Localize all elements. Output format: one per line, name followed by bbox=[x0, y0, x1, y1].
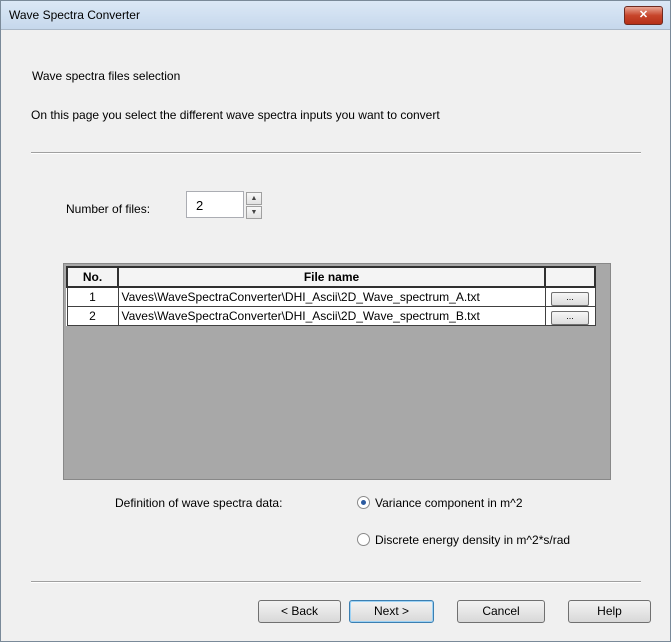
header-separator bbox=[31, 152, 641, 154]
wizard-window: Wave Spectra Converter ✕ Wave spectra fi… bbox=[0, 0, 671, 642]
row-number: 2 bbox=[66, 306, 119, 326]
radio-variance-component[interactable]: Variance component in m^2 bbox=[357, 495, 523, 510]
window-title: Wave Spectra Converter bbox=[9, 8, 140, 22]
column-header-no: No. bbox=[66, 266, 119, 288]
spin-up-icon[interactable]: ▲ bbox=[246, 192, 262, 205]
file-path-cell[interactable]: Vaves\WaveSpectraConverter\DHI_Ascii\2D_… bbox=[117, 286, 546, 307]
page-description: On this page you select the different wa… bbox=[31, 108, 440, 122]
radio-discrete-energy-density[interactable]: Discrete energy density in m^2*s/rad bbox=[357, 532, 570, 547]
table-row: 1 Vaves\WaveSpectraConverter\DHI_Ascii\2… bbox=[66, 286, 596, 307]
definition-label: Definition of wave spectra data: bbox=[115, 496, 283, 510]
help-button[interactable]: Help bbox=[568, 600, 651, 623]
browse-button[interactable]: ... bbox=[551, 291, 589, 306]
number-of-files-input[interactable]: 2 bbox=[186, 191, 244, 218]
row-number: 1 bbox=[66, 286, 119, 307]
table-header-row: No. File name bbox=[66, 266, 596, 288]
title-bar: Wave Spectra Converter ✕ bbox=[1, 1, 670, 30]
browse-cell: ... bbox=[544, 286, 596, 307]
browse-cell: ... bbox=[544, 306, 596, 326]
radio-label[interactable]: Discrete energy density in m^2*s/rad bbox=[375, 533, 570, 547]
footer-separator bbox=[31, 581, 641, 583]
radio-selected-icon[interactable] bbox=[357, 496, 370, 510]
browse-button[interactable]: ... bbox=[551, 310, 589, 325]
wizard-body: Wave spectra files selection On this pag… bbox=[10, 30, 661, 635]
radio-unselected-icon[interactable] bbox=[357, 533, 370, 547]
column-header-file-name: File name bbox=[117, 266, 546, 288]
number-of-files-spinner[interactable]: ▲ ▼ bbox=[246, 192, 262, 219]
back-button[interactable]: < Back bbox=[258, 600, 341, 623]
files-grid: No. File name 1 Vaves\WaveSpectraConvert… bbox=[63, 263, 611, 480]
cancel-button[interactable]: Cancel bbox=[457, 600, 545, 623]
file-path-cell[interactable]: Vaves\WaveSpectraConverter\DHI_Ascii\2D_… bbox=[117, 306, 546, 326]
spin-down-icon[interactable]: ▼ bbox=[246, 206, 262, 219]
next-button[interactable]: Next > bbox=[349, 600, 434, 623]
close-icon: ✕ bbox=[638, 9, 649, 21]
files-table: No. File name 1 Vaves\WaveSpectraConvert… bbox=[66, 266, 596, 326]
column-header-browse bbox=[544, 266, 596, 288]
page-heading: Wave spectra files selection bbox=[32, 69, 181, 83]
table-row: 2 Vaves\WaveSpectraConverter\DHI_Ascii\2… bbox=[66, 306, 596, 326]
close-button[interactable]: ✕ bbox=[624, 6, 663, 25]
radio-label[interactable]: Variance component in m^2 bbox=[375, 496, 523, 510]
number-of-files-label: Number of files: bbox=[66, 202, 151, 216]
